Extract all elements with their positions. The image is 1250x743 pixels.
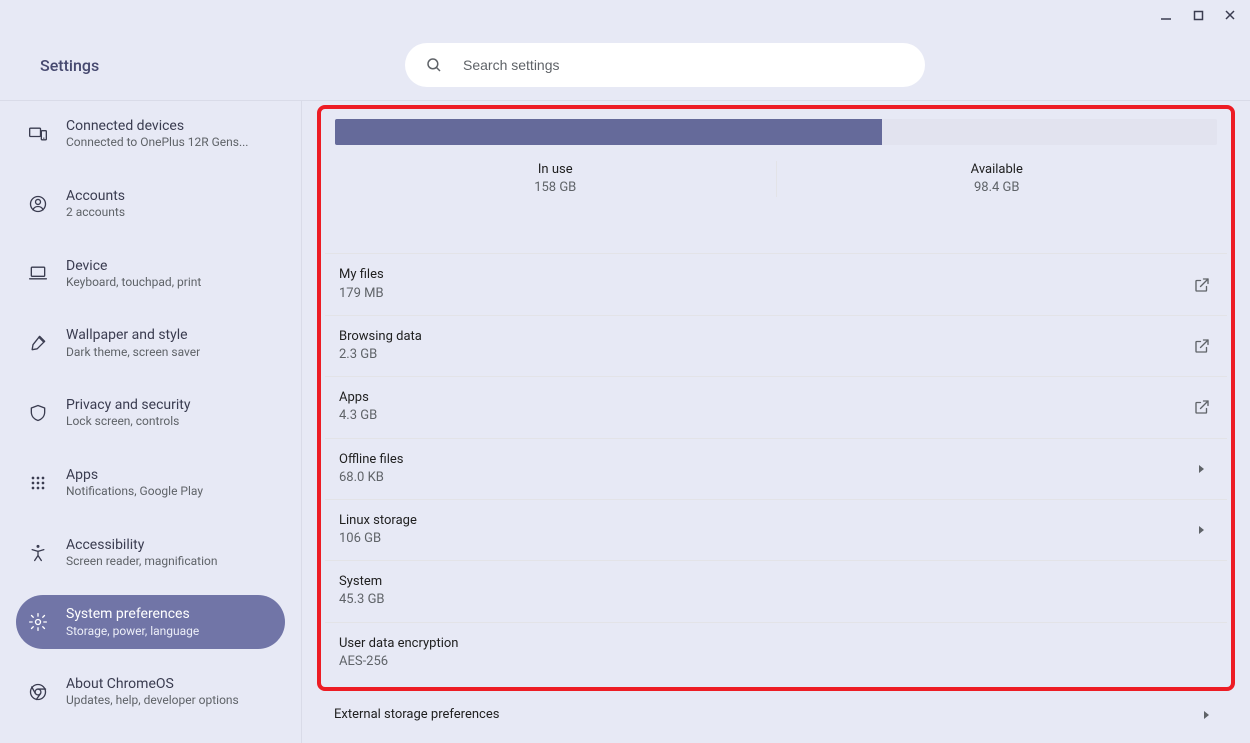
storage-row-value: 45.3 GB xyxy=(339,591,1191,609)
storage-row-label: User data encryption xyxy=(339,635,1191,653)
sidebar-item-sub: Dark theme, screen saver xyxy=(66,345,200,361)
brush-icon xyxy=(28,333,48,353)
sidebar-item-label: Accounts xyxy=(66,187,125,205)
account-icon xyxy=(28,194,48,214)
open-external-icon xyxy=(1191,337,1213,355)
sidebar-item-sub: Updates, help, developer options xyxy=(66,693,239,709)
sidebar-item-privacy[interactable]: Privacy and security Lock screen, contro… xyxy=(16,386,285,440)
app-title: Settings xyxy=(0,56,300,75)
storage-row-label: My files xyxy=(339,266,1191,284)
in-use-value: 158 GB xyxy=(335,179,776,197)
window-minimize-button[interactable] xyxy=(1152,4,1180,26)
storage-row-system: System 45.3 GB xyxy=(325,561,1227,622)
sidebar-item-label: Accessibility xyxy=(66,536,217,554)
sidebar-item-accounts[interactable]: Accounts 2 accounts xyxy=(16,177,285,231)
search-bar[interactable] xyxy=(405,43,925,87)
chevron-right-icon xyxy=(1196,710,1218,720)
shield-icon xyxy=(28,403,48,423)
storage-available: Available 98.4 GB xyxy=(777,161,1218,197)
window-close-button[interactable] xyxy=(1216,4,1244,26)
chevron-right-icon xyxy=(1191,525,1213,535)
sidebar-item-label: Wallpaper and style xyxy=(66,326,200,344)
sidebar-item-sub: Lock screen, controls xyxy=(66,414,190,430)
storage-row-value: 106 GB xyxy=(339,530,1191,548)
storage-in-use: In use 158 GB xyxy=(335,161,777,197)
sidebar-item-connected-devices[interactable]: Connected devices Connected to OnePlus 1… xyxy=(16,107,285,161)
header: Settings xyxy=(0,30,1250,101)
sidebar-item-sub: Storage, power, language xyxy=(66,624,199,640)
storage-summary: In use 158 GB Available 98.4 GB xyxy=(325,113,1227,213)
storage-row-user-data-encryption: User data encryption AES-256 xyxy=(325,623,1227,683)
storage-row-label: System xyxy=(339,573,1191,591)
open-external-icon xyxy=(1191,276,1213,294)
storage-row-browsing-data[interactable]: Browsing data 2.3 GB xyxy=(325,316,1227,377)
storage-row-label: Offline files xyxy=(339,451,1191,469)
storage-row-apps[interactable]: Apps 4.3 GB xyxy=(325,377,1227,438)
search-wrap xyxy=(300,43,1030,87)
apps-icon xyxy=(28,473,48,493)
open-external-icon xyxy=(1191,398,1213,416)
in-use-label: In use xyxy=(335,161,776,179)
storage-row-my-files[interactable]: My files 179 MB xyxy=(325,254,1227,315)
gear-icon xyxy=(28,612,48,632)
storage-list: My files 179 MB Browsing data 2.3 GB App… xyxy=(325,253,1227,683)
external-storage-label: External storage preferences xyxy=(334,707,1196,722)
storage-row-label: Apps xyxy=(339,389,1191,407)
sidebar-item-device[interactable]: Device Keyboard, touchpad, print xyxy=(16,247,285,301)
chrome-icon xyxy=(28,682,48,702)
sidebar: Connected devices Connected to OnePlus 1… xyxy=(0,101,302,743)
storage-row-value: 179 MB xyxy=(339,285,1191,303)
sidebar-item-label: Privacy and security xyxy=(66,396,190,414)
highlighted-region: In use 158 GB Available 98.4 GB My files… xyxy=(317,105,1235,691)
accessibility-icon xyxy=(28,543,48,563)
titlebar xyxy=(0,0,1250,30)
sidebar-item-label: System preferences xyxy=(66,605,199,623)
body: Connected devices Connected to OnePlus 1… xyxy=(0,101,1250,743)
sidebar-item-label: About ChromeOS xyxy=(66,675,239,693)
available-value: 98.4 GB xyxy=(777,179,1218,197)
storage-row-value: 4.3 GB xyxy=(339,407,1191,425)
storage-bar xyxy=(335,119,1217,145)
sidebar-item-sub: Screen reader, magnification xyxy=(66,554,217,570)
search-icon xyxy=(425,56,443,74)
sidebar-item-label: Device xyxy=(66,257,201,275)
sidebar-item-sub: Keyboard, touchpad, print xyxy=(66,275,201,291)
sidebar-item-sub: Connected to OnePlus 12R Gens... xyxy=(66,135,248,151)
storage-bar-fill xyxy=(335,119,882,145)
sidebar-item-system[interactable]: System preferences Storage, power, langu… xyxy=(16,595,285,649)
content: In use 158 GB Available 98.4 GB My files… xyxy=(302,101,1250,743)
search-input[interactable] xyxy=(461,56,905,74)
sidebar-item-label: Apps xyxy=(66,466,203,484)
laptop-icon xyxy=(28,263,48,283)
storage-row-value: AES-256 xyxy=(339,653,1191,671)
available-label: Available xyxy=(777,161,1218,179)
storage-row-value: 2.3 GB xyxy=(339,346,1191,364)
sidebar-item-apps[interactable]: Apps Notifications, Google Play xyxy=(16,456,285,510)
window-maximize-button[interactable] xyxy=(1184,4,1212,26)
storage-row-label: Linux storage xyxy=(339,512,1191,530)
devices-icon xyxy=(28,124,48,144)
sidebar-item-sub: 2 accounts xyxy=(66,205,125,221)
sidebar-item-wallpaper[interactable]: Wallpaper and style Dark theme, screen s… xyxy=(16,316,285,370)
external-storage-row[interactable]: External storage preferences xyxy=(302,695,1250,722)
sidebar-item-sub: Notifications, Google Play xyxy=(66,484,203,500)
sidebar-item-about[interactable]: About ChromeOS Updates, help, developer … xyxy=(16,665,285,719)
storage-row-value: 68.0 KB xyxy=(339,469,1191,487)
settings-window: Settings Connected devices Connected to … xyxy=(0,0,1250,743)
storage-row-label: Browsing data xyxy=(339,328,1191,346)
sidebar-item-label: Connected devices xyxy=(66,117,248,135)
storage-row-offline-files[interactable]: Offline files 68.0 KB xyxy=(325,439,1227,500)
storage-labels: In use 158 GB Available 98.4 GB xyxy=(335,161,1217,197)
sidebar-item-accessibility[interactable]: Accessibility Screen reader, magnificati… xyxy=(16,526,285,580)
storage-row-linux-storage[interactable]: Linux storage 106 GB xyxy=(325,500,1227,561)
chevron-right-icon xyxy=(1191,464,1213,474)
